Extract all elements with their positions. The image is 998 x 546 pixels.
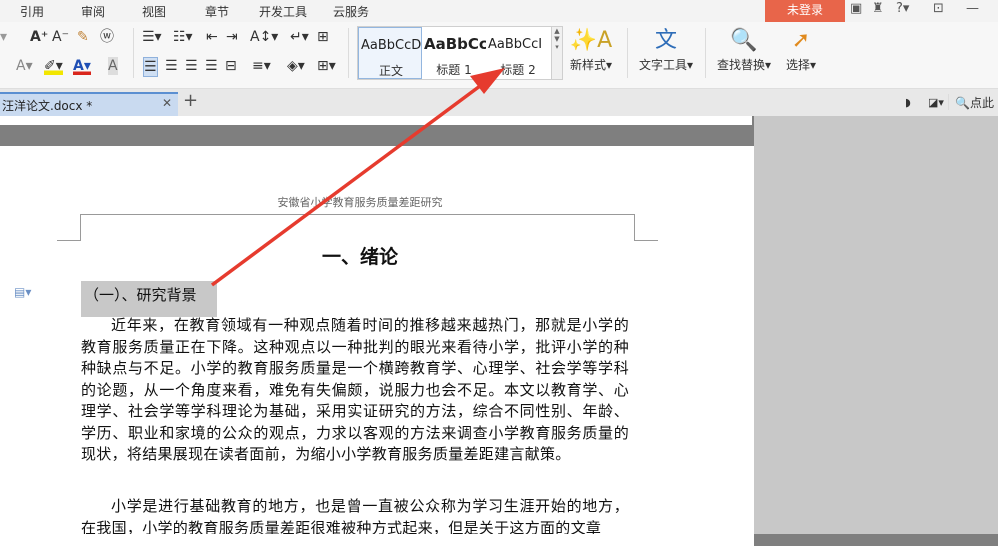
align-left-icon[interactable]: ☰ bbox=[143, 57, 158, 77]
text-direction-icon[interactable]: A↕▾ bbox=[250, 28, 278, 46]
close-icon[interactable]: ✕ bbox=[162, 96, 172, 110]
style-normal[interactable]: AaBbCcD 正文 bbox=[358, 27, 422, 79]
document-heading: 一、绪论 bbox=[321, 246, 398, 268]
phonetic-icon[interactable]: ⓦ bbox=[100, 28, 114, 46]
gallery-scroll[interactable]: ▲ ▼ ▾ bbox=[551, 26, 563, 80]
borders-icon[interactable]: ⊞▾ bbox=[317, 57, 336, 75]
table-icon[interactable]: ⊞ bbox=[317, 28, 329, 46]
separator bbox=[705, 28, 706, 78]
previous-page-bottom bbox=[0, 116, 752, 125]
font-color-icon[interactable]: A▾ bbox=[73, 57, 91, 75]
find-replace-label: 查找替换 bbox=[716, 58, 765, 72]
document-tab-label: 汪洋论文.docx * bbox=[2, 99, 93, 113]
numbered-list-icon[interactable]: ☷▾ bbox=[173, 28, 193, 46]
body-paragraph[interactable]: 小学是进行基础教育的地方，也是曾一直被公众称为学习生涯开始的地方，在我国，小学的… bbox=[81, 496, 629, 534]
margin-corner bbox=[634, 240, 658, 241]
new-style-label: 新样式 bbox=[569, 58, 606, 72]
shrink-font-icon[interactable]: A⁻ bbox=[52, 28, 69, 46]
minimize-icon[interactable]: — bbox=[966, 1, 979, 16]
align-center-icon[interactable]: ☰ bbox=[165, 57, 178, 75]
paragraph-mark-icon[interactable]: ↵▾ bbox=[290, 28, 309, 46]
new-style-icon: ✨A bbox=[569, 28, 613, 53]
menu-bar: 引用 审阅 视图 章节 开发工具 云服务 未登录 ▣ ♜ ?▾ ⊡ — bbox=[0, 0, 998, 22]
body-paragraph[interactable]: 近年来，在教育领域有一种观点随着时间的推移越来越热门，那就是小学的教育服务质量正… bbox=[81, 315, 629, 485]
new-style-button[interactable]: ✨A 新样式▾ bbox=[566, 26, 616, 82]
align-right-icon[interactable]: ☰ bbox=[185, 57, 198, 75]
margin-corner bbox=[57, 240, 81, 241]
menu-review[interactable]: 审阅 bbox=[81, 3, 105, 20]
style-name: 标题 2 bbox=[500, 63, 536, 77]
grow-font-icon[interactable]: A⁺ bbox=[30, 28, 48, 46]
shading-icon[interactable]: ◈▾ bbox=[287, 57, 305, 75]
menu-cloud[interactable]: 云服务 bbox=[333, 3, 369, 20]
select-label: 选择 bbox=[785, 58, 810, 72]
decrease-indent-icon[interactable]: ⇤ bbox=[206, 28, 218, 46]
text-tools-icon: 文 bbox=[654, 28, 677, 53]
separator bbox=[133, 28, 134, 78]
margin-corner bbox=[634, 214, 635, 240]
distributed-icon[interactable]: ⊟ bbox=[225, 57, 237, 75]
doc-icon[interactable]: ◗ bbox=[905, 94, 911, 112]
justify-icon[interactable]: ☰ bbox=[205, 57, 218, 75]
style-heading-2[interactable]: AaBbCcI 标题 2 bbox=[486, 27, 550, 79]
right-panel bbox=[754, 116, 998, 534]
style-sample: AaBbCcD bbox=[361, 38, 422, 53]
font-size-dropdown[interactable]: ▾ bbox=[0, 28, 7, 46]
highlight-icon[interactable]: ✐▾ bbox=[44, 57, 63, 75]
shirt-icon[interactable]: ♜ bbox=[872, 1, 884, 16]
line-spacing-icon[interactable]: ≡▾ bbox=[252, 57, 271, 75]
style-sample: AaBbCcI bbox=[488, 37, 543, 52]
search-icon: 🔍 bbox=[955, 96, 970, 110]
menu-developer[interactable]: 开发工具 bbox=[259, 3, 307, 20]
tab-bar: 汪洋论文.docx * ✕ + ◗ ◪▾ 🔍点此 bbox=[0, 89, 998, 117]
box-icon[interactable]: ▣ bbox=[850, 1, 862, 16]
restore-icon[interactable]: ⊡ bbox=[933, 1, 944, 16]
selected-subheading[interactable]: （一）、研究背景 bbox=[81, 281, 217, 317]
clear-format-icon[interactable]: ✎ bbox=[77, 28, 89, 46]
select-button[interactable]: ➚ 选择▾ bbox=[780, 26, 822, 82]
separator bbox=[348, 28, 349, 78]
separator bbox=[948, 94, 949, 110]
subheading-text: （一）、研究背景 bbox=[84, 286, 197, 304]
style-gallery: AaBbCcD 正文 AaBbCc 标题 1 AaBbCcI 标题 2 bbox=[357, 26, 552, 80]
find-replace-button[interactable]: 🔍 查找替换▾ bbox=[713, 26, 775, 82]
search-label: 点此 bbox=[969, 96, 994, 110]
menu-view[interactable]: 视图 bbox=[142, 3, 166, 20]
style-sample: AaBbCc bbox=[424, 35, 486, 53]
separator bbox=[627, 28, 628, 78]
document-tab[interactable]: 汪洋论文.docx * ✕ bbox=[0, 92, 178, 116]
header-line bbox=[80, 214, 634, 215]
help-glyph: ? bbox=[896, 1, 903, 16]
add-tab-icon[interactable]: + bbox=[183, 91, 198, 111]
help-icon[interactable]: ?▾ bbox=[896, 1, 909, 16]
text-tools-button[interactable]: 文 文字工具▾ bbox=[636, 26, 696, 82]
menu-chapter[interactable]: 章节 bbox=[205, 3, 229, 20]
paragraph-layout-icon[interactable]: ▤▾ bbox=[14, 285, 31, 299]
style-heading-1[interactable]: AaBbCc 标题 1 bbox=[422, 27, 486, 79]
menu-references[interactable]: 引用 bbox=[20, 3, 44, 20]
find-replace-icon: 🔍 bbox=[730, 28, 758, 53]
style-name: 标题 1 bbox=[436, 63, 472, 77]
margin-corner bbox=[80, 214, 81, 240]
text-tools-label: 文字工具 bbox=[638, 58, 687, 72]
increase-indent-icon[interactable]: ⇥ bbox=[226, 28, 238, 46]
style-name: 正文 bbox=[378, 64, 403, 78]
cursor-icon: ➚ bbox=[791, 28, 811, 53]
char-shading-icon[interactable]: A bbox=[108, 57, 118, 75]
search-box[interactable]: 🔍点此 bbox=[955, 94, 994, 112]
share-icon[interactable]: ◪▾ bbox=[928, 94, 944, 112]
page-header: 安徽省小学教育服务质量差距研究 bbox=[277, 196, 443, 209]
ribbon: ▾ A⁺ A⁻ ✎ ⓦ ☰▾ ☷▾ ⇤ ⇥ A↕▾ ↵▾ ⊞ A▾ ✐▾ A▾ … bbox=[0, 22, 998, 89]
text-effect-icon[interactable]: A▾ bbox=[16, 57, 33, 75]
bullet-list-icon[interactable]: ☰▾ bbox=[142, 28, 162, 46]
login-button[interactable]: 未登录 bbox=[765, 0, 845, 22]
